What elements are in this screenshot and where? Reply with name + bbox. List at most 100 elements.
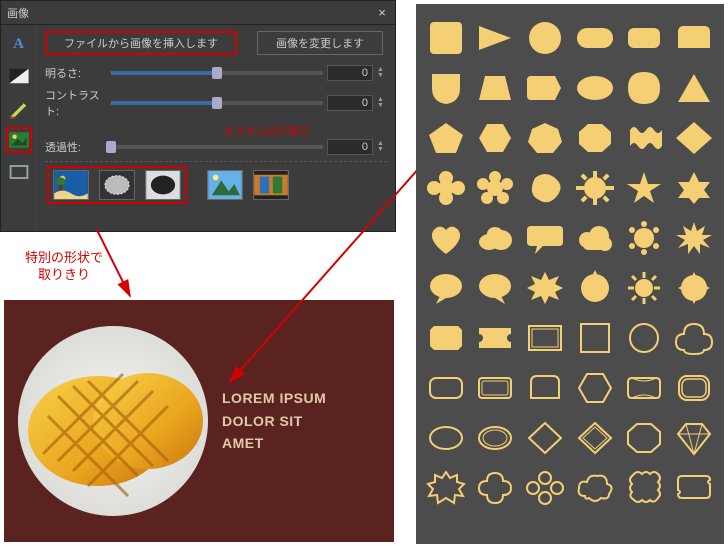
shape-outline-fancy[interactable] <box>624 370 664 406</box>
brightness-slider[interactable] <box>111 71 323 75</box>
dotted-ellipse-crop-thumb[interactable] <box>99 170 135 200</box>
annotation-line1: 特別の形状で <box>25 250 103 265</box>
shape-heart[interactable] <box>426 220 466 256</box>
brightness-spinner[interactable]: ▲▼ <box>377 67 387 79</box>
crop-shape-thumb-row <box>45 161 387 208</box>
opacity-slider[interactable] <box>111 145 323 149</box>
dialog-title: 画像 <box>7 5 29 21</box>
opacity-row: 透過性: 0 ▲▼ <box>45 139 387 155</box>
shape-outline-seal[interactable] <box>426 470 466 506</box>
shape-outline-rounded[interactable] <box>426 370 466 406</box>
shape-outline-octagon[interactable] <box>624 420 664 456</box>
shape-outline-double[interactable] <box>475 370 515 406</box>
contrast-spinner[interactable]: ▲▼ <box>377 97 387 109</box>
shape-outline-oval-double[interactable] <box>475 420 515 456</box>
shape-snip-rect[interactable] <box>426 320 466 356</box>
shape-speech-round2[interactable] <box>475 270 515 306</box>
shape-outline-quatre[interactable] <box>674 320 714 356</box>
annotation-special-shape: 特別の形状で 取りきり <box>4 250 124 284</box>
brightness-value[interactable]: 0 <box>327 65 373 81</box>
dialog-main: ファイルから画像を挿入します 画像を変更します 明るさ: 0 ▲▼ コントラスト… <box>37 25 395 231</box>
shape-outline-diamond-double[interactable] <box>575 420 615 456</box>
shape-hexagon[interactable] <box>475 120 515 156</box>
shape-ellipse[interactable] <box>575 70 615 106</box>
shape-sun[interactable] <box>624 270 664 306</box>
shape-tab[interactable] <box>674 20 714 56</box>
shape-pill[interactable] <box>575 20 615 56</box>
contrast-value[interactable]: 0 <box>327 95 373 111</box>
shape-outline-rect[interactable] <box>525 320 565 356</box>
shape-heptagon[interactable] <box>525 120 565 156</box>
shape-ticket[interactable] <box>475 320 515 356</box>
shape-wave-square[interactable] <box>624 120 664 156</box>
shape-rounded-square[interactable] <box>426 20 466 56</box>
close-icon[interactable]: × <box>375 6 389 20</box>
shape-outline-tab[interactable] <box>525 370 565 406</box>
shape-rounded-rect-small[interactable] <box>624 20 664 56</box>
shape-star6[interactable] <box>674 170 714 206</box>
gradient-tool-icon[interactable] <box>6 63 32 89</box>
dialog-body: A ファイルから画像を挿入します 画像を変更します 明るさ: <box>1 25 395 231</box>
shape-flower[interactable] <box>426 170 466 206</box>
shape-outline-circle[interactable] <box>624 320 664 356</box>
image-tool-icon[interactable] <box>6 127 32 153</box>
shape-triangle-up[interactable] <box>674 70 714 106</box>
opacity-spinner[interactable]: ▲▼ <box>377 141 387 153</box>
opacity-value[interactable]: 0 <box>327 139 373 155</box>
shape-speech-round[interactable] <box>426 270 466 306</box>
shape-outline-hex[interactable] <box>575 370 615 406</box>
shape-cloud2[interactable] <box>575 220 615 256</box>
shape-outline-scallop-square[interactable] <box>624 470 664 506</box>
shape-burst-star[interactable] <box>525 270 565 306</box>
mango-image-placeholder <box>18 326 208 516</box>
shape-outline-square[interactable] <box>575 320 615 356</box>
card-line2: DOLOR SIT <box>222 410 326 432</box>
shape-speech[interactable] <box>525 220 565 256</box>
dialog-button-row: ファイルから画像を挿入します 画像を変更します <box>45 31 387 55</box>
shape-cloud[interactable] <box>475 220 515 256</box>
dialog-titlebar: 画像 × <box>1 1 395 25</box>
shape-blob[interactable] <box>525 170 565 206</box>
shape-label[interactable] <box>525 70 565 106</box>
rect-tool-icon[interactable] <box>6 159 32 185</box>
scene-crop-thumb[interactable] <box>53 170 89 200</box>
shape-seal[interactable] <box>575 270 615 306</box>
card-line1: LOREM IPSUM <box>222 387 326 409</box>
shape-outline-cloud[interactable] <box>575 470 615 506</box>
shape-outline-scallop[interactable] <box>674 370 714 406</box>
shape-superellipse[interactable] <box>624 70 664 106</box>
insert-from-file-button[interactable]: ファイルから画像を挿入します <box>45 31 237 55</box>
shape-triangle-right[interactable] <box>475 20 515 56</box>
shape-circle[interactable] <box>525 20 565 56</box>
shape-outline-fancy-frame[interactable] <box>674 470 714 506</box>
brightness-row: 明るさ: 0 ▲▼ <box>45 65 387 81</box>
shape-star5[interactable] <box>624 170 664 206</box>
text-tool-icon[interactable]: A <box>6 31 32 57</box>
shape-gear[interactable] <box>575 170 615 206</box>
image-properties-dialog: 画像 × A ファイルから画像を挿入します 画像を変更します <box>0 0 396 232</box>
shape-pentagon[interactable] <box>426 120 466 156</box>
shape-outline-diamond[interactable] <box>525 420 565 456</box>
shape-badge[interactable] <box>674 270 714 306</box>
shape-burst[interactable] <box>674 220 714 256</box>
shape-diamond[interactable] <box>674 120 714 156</box>
contrast-row: コントラスト: 0 ▲▼ <box>45 87 387 119</box>
oval-mask-crop-thumb[interactable] <box>145 170 181 200</box>
change-image-button[interactable]: 画像を変更します <box>257 31 383 55</box>
shape-outline-ellipse[interactable] <box>426 420 466 456</box>
mountain-crop-thumb[interactable] <box>207 170 243 200</box>
shape-outline-quatrefoil[interactable] <box>475 470 515 506</box>
opacity-label: 透過性: <box>45 139 107 155</box>
shape-octagon[interactable] <box>575 120 615 156</box>
pen-tool-icon[interactable] <box>6 95 32 121</box>
card-text: LOREM IPSUM DOLOR SIT AMET <box>222 387 326 454</box>
shape-spray[interactable] <box>624 220 664 256</box>
shape-flower5[interactable] <box>475 170 515 206</box>
shape-outline-gem[interactable] <box>674 420 714 456</box>
film-crop-thumb[interactable] <box>253 170 289 200</box>
card-circular-image <box>18 326 208 516</box>
contrast-slider[interactable] <box>111 101 323 105</box>
shape-outline-flower[interactable] <box>525 470 565 506</box>
shape-trapezoid[interactable] <box>475 70 515 106</box>
shape-shield[interactable] <box>426 70 466 106</box>
